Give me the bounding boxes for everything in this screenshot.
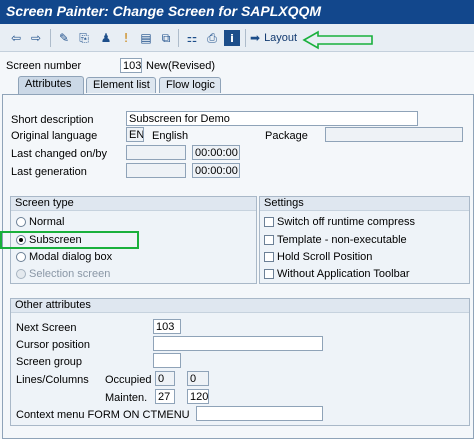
radio-normal-label: Normal	[29, 216, 65, 228]
toolbar-separator	[178, 29, 179, 47]
occupied-columns-field: 0	[187, 371, 209, 386]
checkbox-hold-scroll[interactable]	[264, 252, 274, 262]
radio-selection-screen	[16, 269, 26, 279]
back-arrow-icon[interactable]: ⇦	[8, 30, 24, 46]
last-generation-time-field: 00:00:00	[192, 163, 240, 178]
mainten-columns-field[interactable]: 120	[187, 389, 209, 404]
package-label: Package	[265, 130, 308, 142]
tab-flow-logic[interactable]: Flow logic	[159, 77, 221, 93]
activate-icon[interactable]: !	[118, 30, 134, 46]
checkbox-template-label: Template - non-executable	[277, 234, 407, 246]
checkbox-without-toolbar-label: Without Application Toolbar	[277, 268, 410, 280]
arrow-right-icon: ➡	[250, 31, 261, 45]
mainten-lines-field[interactable]: 27	[155, 389, 175, 404]
display-change-icon[interactable]: ✎	[56, 30, 72, 46]
radio-selection-screen-label: Selection screen	[29, 268, 111, 280]
object-list-icon[interactable]: ⧉	[158, 30, 174, 46]
checkbox-runtime-compress[interactable]	[264, 217, 274, 227]
next-screen-label: Next Screen	[16, 322, 77, 334]
last-changed-label: Last changed on/by	[11, 148, 108, 160]
last-generation-date-field	[126, 163, 186, 178]
check-icon[interactable]: ♟	[98, 30, 114, 46]
screen-status: New(Revised)	[146, 60, 216, 72]
last-generation-label: Last generation	[11, 166, 87, 178]
next-screen-field[interactable]: 103	[153, 319, 181, 334]
language-code-field: EN	[126, 127, 144, 142]
screen-type-title: Screen type	[11, 197, 256, 211]
screen-number-label: Screen number	[6, 60, 82, 72]
info-icon[interactable]: i	[224, 30, 240, 46]
radio-modal-dialog-label: Modal dialog box	[29, 251, 113, 263]
screen-number-field[interactable]: 103	[120, 58, 142, 73]
context-menu-label: Context menu FORM ON CTMENU	[16, 409, 190, 421]
hierarchy-icon[interactable]: ⚏	[184, 30, 200, 46]
short-description-field[interactable]: Subscreen for Demo	[126, 111, 418, 126]
language-name: English	[152, 130, 189, 142]
checkbox-without-toolbar[interactable]	[264, 269, 274, 279]
layout-button[interactable]: ➡ Layout	[250, 29, 297, 47]
subscreen-annotation-box	[0, 231, 139, 249]
context-menu-field[interactable]	[196, 406, 323, 421]
other-attributes-title: Other attributes	[11, 299, 469, 313]
last-changed-date-field	[126, 145, 186, 160]
mainten-label: Mainten.	[105, 392, 148, 404]
tab-attributes[interactable]: Attributes	[18, 76, 84, 94]
toolbar-separator	[50, 29, 51, 47]
cursor-position-field[interactable]	[153, 336, 323, 351]
checkbox-template[interactable]	[264, 235, 274, 245]
lines-columns-label: Lines/Columns	[16, 374, 89, 386]
print-icon[interactable]: ⎙	[204, 30, 220, 46]
window-title: Screen Painter: Change Screen for SAPLXQ…	[0, 0, 474, 24]
forward-arrow-icon[interactable]: ⇨	[28, 30, 44, 46]
occupied-lines-field: 0	[155, 371, 175, 386]
toolbar-separator	[245, 29, 246, 47]
annotation-arrow	[302, 30, 373, 50]
checkbox-runtime-compress-label: Switch off runtime compress	[277, 216, 415, 228]
other-object-icon[interactable]: ⎘	[76, 30, 92, 46]
radio-normal[interactable]	[16, 217, 26, 227]
checkbox-hold-scroll-label: Hold Scroll Position	[277, 251, 373, 263]
tab-element-list[interactable]: Element list	[86, 77, 156, 93]
application-toolbar: ⇦ ⇨ ✎ ⎘ ♟ ! ▤ ⧉ ⚏ ⎙ i ➡ Layout	[0, 24, 474, 52]
original-language-label: Original language	[11, 130, 98, 142]
layout-button-label: Layout	[264, 32, 298, 44]
short-description-label: Short description	[11, 114, 94, 126]
last-changed-time-field: 00:00:00	[192, 145, 240, 160]
package-field	[325, 127, 463, 142]
screen-group-field[interactable]	[153, 353, 181, 368]
screen-group-label: Screen group	[16, 356, 83, 368]
cursor-position-label: Cursor position	[16, 339, 90, 351]
where-used-icon[interactable]: ▤	[138, 30, 154, 46]
radio-modal-dialog[interactable]	[16, 252, 26, 262]
occupied-label: Occupied	[105, 374, 152, 386]
settings-title: Settings	[260, 197, 469, 211]
